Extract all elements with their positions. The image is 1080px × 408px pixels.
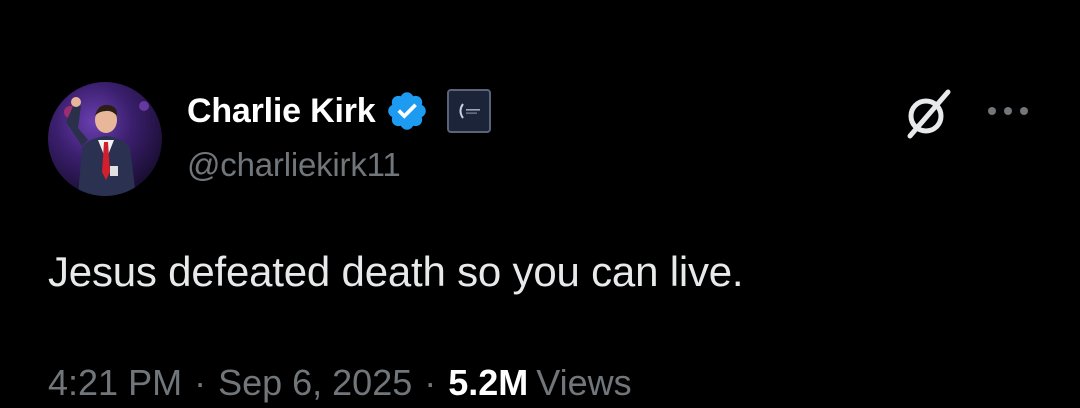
avatar[interactable]	[48, 82, 162, 196]
avatar-photo	[48, 82, 162, 196]
views-count[interactable]: 5.2M	[448, 362, 528, 404]
more-options-icon[interactable]	[984, 95, 1032, 127]
author-name-row: Charlie Kirk	[187, 86, 492, 136]
verified-badge-icon[interactable]	[385, 89, 429, 133]
views-label[interactable]: Views	[536, 362, 631, 404]
meta-separator: ·	[424, 362, 437, 403]
post-metadata: 4:21 PM · Sep 6, 2025 · 5.2M Views	[48, 362, 632, 404]
post-time[interactable]: 4:21 PM	[48, 362, 182, 404]
post-text: Jesus defeated death so you can live.	[48, 248, 744, 295]
organization-logo-icon[interactable]	[447, 89, 492, 133]
author-handle[interactable]: @charliekirk11	[187, 146, 401, 184]
grok-icon[interactable]	[898, 84, 958, 144]
author-display-name[interactable]: Charlie Kirk	[187, 92, 376, 131]
post-date[interactable]: Sep 6, 2025	[218, 362, 412, 404]
tweet: Charlie Kirk @charliekirk11 Jesus defeat…	[0, 0, 1080, 408]
meta-separator: ·	[194, 362, 207, 403]
